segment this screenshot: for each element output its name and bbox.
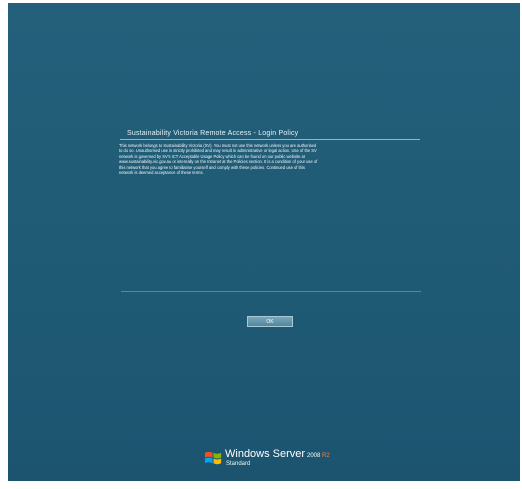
bottom-divider (121, 291, 421, 292)
policy-title: Sustainability Victoria Remote Access - … (127, 130, 299, 137)
brand-edition: Standard (226, 461, 251, 467)
brand-version: 2008 R2 (307, 453, 330, 459)
windows-server-branding: Windows Server 2008 R2 Standard (204, 446, 364, 476)
title-divider (120, 139, 420, 140)
windows-flag-icon (204, 451, 222, 465)
policy-message: This network belongs to Sustainability V… (119, 143, 318, 176)
ok-button[interactable]: OK (247, 316, 293, 327)
brand-release: R2 (322, 453, 330, 459)
brand-name: Windows Server (225, 448, 306, 460)
logon-screen: Sustainability Victoria Remote Access - … (8, 3, 520, 481)
brand-year: 2008 (307, 453, 321, 459)
